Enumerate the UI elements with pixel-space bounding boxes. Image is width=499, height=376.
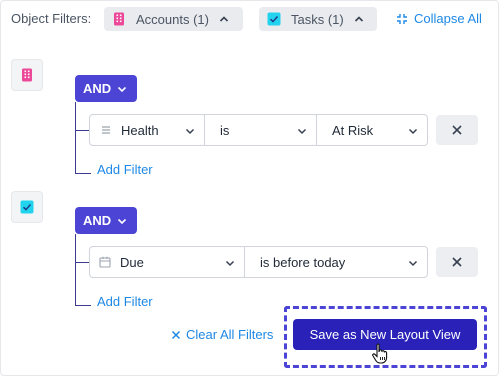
tasks-object-icon — [11, 191, 43, 223]
filter-branch-line — [75, 262, 89, 263]
field-label: Due — [120, 254, 144, 270]
list-icon — [102, 126, 110, 134]
remove-filter-button[interactable] — [436, 115, 478, 145]
building-icon — [22, 68, 32, 82]
chevron-down-icon — [408, 260, 418, 267]
operator-value: is — [220, 122, 230, 138]
calendar-icon — [99, 256, 111, 268]
operator-value: is before today — [260, 254, 346, 270]
and-operator-button[interactable]: AND — [75, 75, 137, 102]
clear-all-filters-label: Clear All Filters — [186, 327, 274, 342]
chevron-down-icon — [297, 128, 307, 135]
filter-branch-line — [75, 173, 91, 174]
building-icon — [114, 12, 124, 26]
remove-filter-button[interactable] — [436, 247, 478, 277]
chevron-down-icon — [118, 218, 127, 224]
close-icon — [452, 125, 462, 135]
chevron-down-icon — [408, 128, 418, 135]
chevron-down-icon — [118, 86, 127, 92]
operator-label: AND — [83, 213, 112, 228]
add-filter-link[interactable]: Add Filter — [97, 294, 153, 309]
clear-all-filters-button[interactable]: Clear All Filters — [171, 327, 273, 342]
chevron-down-icon — [185, 128, 195, 135]
add-filter-link[interactable]: Add Filter — [97, 162, 153, 177]
field-select-health[interactable]: Health — [89, 114, 205, 146]
operator-label: AND — [83, 81, 112, 96]
field-select-due[interactable]: Due — [89, 246, 245, 278]
value-select-at-risk[interactable]: At Risk — [316, 114, 428, 146]
chevron-up-icon — [354, 16, 363, 22]
filter-branch-line — [75, 305, 91, 306]
filter-value: At Risk — [332, 122, 374, 138]
close-icon — [452, 257, 462, 267]
checkbox-icon — [267, 12, 281, 26]
collapse-icon — [397, 13, 407, 24]
checkbox-icon — [20, 200, 34, 214]
filter-tree-line — [75, 234, 76, 306]
filter-branch-line — [75, 130, 89, 131]
chevron-up-icon — [219, 16, 229, 22]
field-label: Health — [121, 122, 159, 138]
object-filters-label: Object Filters: — [11, 11, 92, 26]
collapse-all-button[interactable]: Collapse All — [396, 11, 482, 26]
tasks-chip[interactable]: Tasks (1) — [259, 7, 377, 31]
close-icon — [171, 330, 181, 339]
tasks-chip-label: Tasks (1) — [291, 11, 344, 27]
and-operator-button[interactable]: AND — [75, 207, 137, 234]
accounts-object-icon — [11, 59, 43, 91]
hand-cursor-icon — [372, 343, 388, 364]
collapse-all-label: Collapse All — [414, 11, 482, 26]
filter-tree-line — [75, 102, 76, 174]
accounts-chip-label: Accounts (1) — [136, 11, 209, 27]
operator-select-before-today[interactable]: is before today — [244, 246, 428, 278]
chevron-down-icon — [225, 260, 235, 267]
operator-select-is[interactable]: is — [204, 114, 317, 146]
accounts-chip[interactable]: Accounts (1) — [104, 7, 243, 31]
